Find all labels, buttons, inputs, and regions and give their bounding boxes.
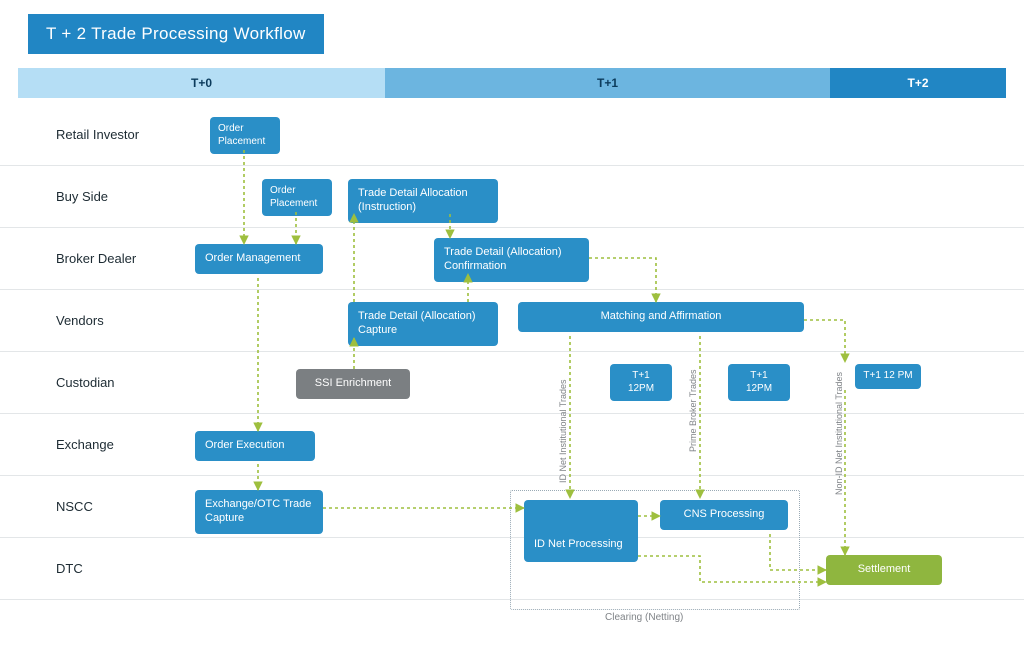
lane-retail: Retail Investor — [0, 104, 1024, 166]
lane-label: Exchange — [0, 437, 170, 452]
lane-exchange: Exchange — [0, 414, 1024, 476]
node-ssi-enrichment: SSI Enrichment — [296, 369, 410, 399]
node-trade-detail-alloc-capture: Trade Detail (Allocation) Capture — [348, 302, 498, 346]
lane-vendors: Vendors — [0, 290, 1024, 352]
lane-label: DTC — [0, 561, 170, 576]
node-t1-12pm-a: T+1 12PM — [610, 364, 672, 401]
vlabel-non-id-net-inst: Non-ID Net Institutional Trades — [834, 372, 844, 495]
lane-label: Buy Side — [0, 189, 170, 204]
vlabel-prime-broker: Prime Broker Trades — [688, 369, 698, 452]
period-t0: T+0 — [18, 68, 385, 98]
node-t1-12pm-b: T+1 12PM — [728, 364, 790, 401]
lane-buyside: Buy Side — [0, 166, 1024, 228]
node-matching-affirmation: Matching and Affirmation — [518, 302, 804, 332]
node-id-net-processing: ID Net Processing — [524, 500, 638, 562]
node-cns-processing: CNS Processing — [660, 500, 788, 530]
node-order-execution: Order Execution — [195, 431, 315, 461]
node-settlement: Settlement — [826, 555, 942, 585]
vlabel-id-net-inst: ID Net Institutional Trades — [558, 379, 568, 483]
node-trade-detail-alloc-confirmation: Trade Detail (Allocation) Confirmation — [434, 238, 589, 282]
lane-label: NSCC — [0, 499, 170, 514]
period-header: T+0 T+1 T+2 — [0, 68, 1024, 98]
node-t1-12pm-c: T+1 12 PM — [855, 364, 921, 389]
lane-label: Retail Investor — [0, 127, 170, 142]
lane-label: Custodian — [0, 375, 170, 390]
lane-label: Vendors — [0, 313, 170, 328]
node-order-placement-retail: Order Placement — [210, 117, 280, 154]
clearing-group-label: Clearing (Netting) — [605, 612, 683, 623]
period-t2: T+2 — [830, 68, 1006, 98]
node-trade-detail-alloc-instruction: Trade Detail Allocation (Instruction) — [348, 179, 498, 223]
period-t1: T+1 — [385, 68, 830, 98]
node-order-placement-buy: Order Placement — [262, 179, 332, 216]
lane-label: Broker Dealer — [0, 251, 170, 266]
node-otc-capture: Exchange/OTC Trade Capture — [195, 490, 323, 534]
diagram-title: T + 2 Trade Processing Workflow — [28, 14, 324, 54]
node-order-management: Order Management — [195, 244, 323, 274]
